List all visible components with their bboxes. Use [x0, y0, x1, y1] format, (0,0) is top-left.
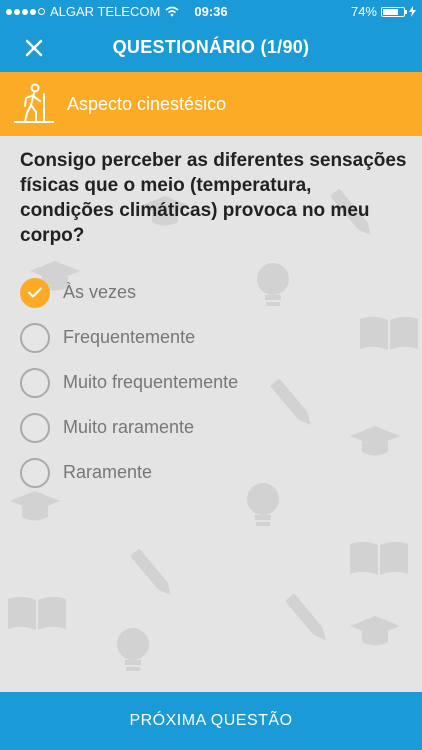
checkmark-icon — [28, 287, 42, 298]
book-icon — [350, 541, 408, 575]
book-icon — [8, 596, 66, 630]
pencil-icon — [130, 549, 171, 596]
radio-unselected[interactable] — [20, 412, 50, 443]
option-label: Frequentemente — [63, 327, 196, 347]
top-bar: ALGAR TELECOM 09:36 74% QUESTIONÁRIO (1/… — [0, 0, 422, 72]
answer-options: Às vezes Frequentemente Muito frequentem… — [20, 270, 400, 495]
radio-unselected[interactable] — [20, 367, 50, 398]
radio-unselected[interactable] — [20, 457, 50, 488]
aspect-banner: Aspecto cinestésico — [0, 72, 422, 136]
option-as-vezes[interactable]: Às vezes — [20, 270, 400, 315]
charging-icon — [409, 6, 416, 17]
option-frequentemente[interactable]: Frequentemente — [20, 315, 400, 360]
hiker-icon — [14, 83, 54, 123]
lightbulb-icon — [117, 628, 149, 671]
next-question-button[interactable]: PRÓXIMA QUESTÃO — [0, 692, 422, 750]
pencil-icon — [285, 594, 326, 641]
graduation-cap-icon — [350, 616, 400, 646]
battery-percent: 74% — [350, 4, 377, 19]
question-text: Consigo perceber as diferentes sensações… — [20, 150, 407, 246]
radio-selected[interactable] — [20, 277, 50, 308]
page-title: QUESTIONÁRIO (1/90) — [112, 37, 310, 57]
battery-icon — [381, 6, 407, 17]
option-muito-raramente[interactable]: Muito raramente — [20, 405, 400, 450]
radio-unselected[interactable] — [20, 322, 50, 353]
nav-bar: QUESTIONÁRIO (1/90) — [0, 24, 422, 72]
status-bar: ALGAR TELECOM 09:36 74% — [0, 0, 422, 24]
option-muito-frequentemente[interactable]: Muito frequentemente — [20, 360, 400, 405]
option-label: Raramente — [63, 462, 153, 482]
option-label: Às vezes — [63, 282, 137, 302]
option-label: Muito raramente — [63, 417, 195, 437]
aspect-label: Aspecto cinestésico — [67, 94, 227, 114]
graduation-cap-icon — [10, 491, 60, 521]
option-label: Muito frequentemente — [63, 372, 239, 392]
option-raramente[interactable]: Raramente — [20, 450, 400, 495]
